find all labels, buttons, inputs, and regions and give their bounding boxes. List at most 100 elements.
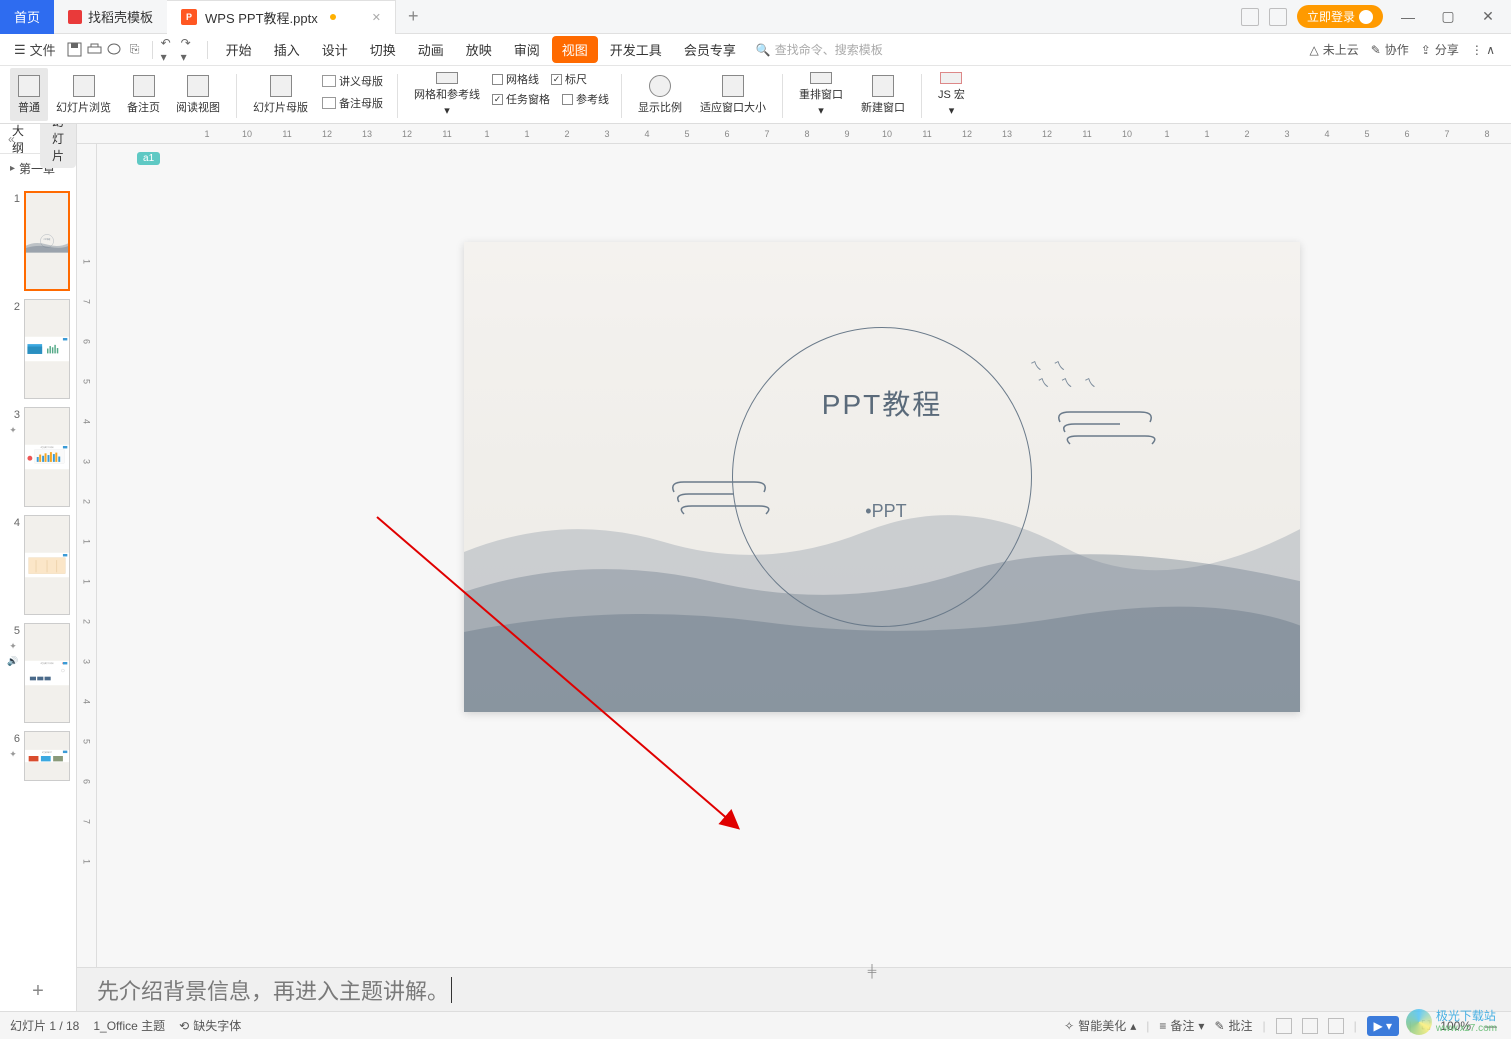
notes-text[interactable]: 先介绍背景信息，再进入主题讲解。: [97, 974, 449, 1006]
slide-canvas[interactable]: PPT教程 •PPT ㄟ ㄟ ㄟ ㄟ ㄟ: [464, 242, 1300, 712]
view-reading[interactable]: 阅读视图: [168, 68, 228, 121]
nav-insert[interactable]: 插入: [264, 36, 310, 63]
nav-view[interactable]: 视图: [552, 36, 598, 63]
new-window-label: 新建窗口: [861, 99, 905, 115]
ruler-horizontal[interactable]: 1101112131211112345678910111213121110112…: [77, 124, 1511, 144]
export-icon[interactable]: ⎘: [126, 41, 144, 59]
slide-title-text[interactable]: PPT教程: [822, 383, 942, 423]
notes-master[interactable]: 备注母版: [322, 94, 383, 112]
grid-guides-label: 网格和参考线: [414, 86, 480, 102]
nav-start[interactable]: 开始: [216, 36, 262, 63]
collab-label: 协作: [1385, 41, 1409, 58]
menu-more-icon[interactable]: ⋮ ∧: [1471, 43, 1495, 57]
resize-handle-icon[interactable]: ╪: [868, 964, 877, 978]
slide-subtitle-text[interactable]: •PPT: [865, 501, 906, 522]
view-notes[interactable]: 备注页: [119, 68, 168, 121]
nav-slideshow[interactable]: 放映: [456, 36, 502, 63]
view-sorter[interactable]: 幻灯片浏览: [48, 68, 119, 121]
separator: [921, 74, 922, 118]
comments-toggle[interactable]: ✎ 批注: [1214, 1017, 1252, 1034]
nav-design[interactable]: 设计: [312, 36, 358, 63]
view-sorter-icon[interactable]: [1302, 1018, 1318, 1034]
grid-guides-button[interactable]: 网格和参考线 ▾: [406, 68, 488, 121]
notes-toggle[interactable]: ≡ 备注 ▾: [1159, 1017, 1204, 1034]
slide-thumbnail[interactable]: [24, 515, 70, 615]
slide-thumb-row: 2: [4, 295, 72, 403]
slide-thumbnail[interactable]: 这里是数字文本内容: [24, 623, 70, 723]
chk-gridlines[interactable]: 网格线: [492, 70, 539, 88]
window-close[interactable]: ✕: [1473, 5, 1503, 29]
comments-label: 批注: [1229, 1017, 1253, 1034]
layout-icon[interactable]: [1241, 8, 1259, 26]
tab-slides[interactable]: 幻灯片: [40, 124, 76, 168]
undo-icon[interactable]: ↶ ▾: [161, 41, 179, 59]
nav-transition[interactable]: 切换: [360, 36, 406, 63]
handout-icon: [322, 75, 336, 87]
status-bar: 幻灯片 1 / 18 1_Office 主题 ⟲ 缺失字体 ✧ 智能美化 ▴ |…: [0, 1011, 1511, 1039]
slide-thumbnail[interactable]: 这里是样板PPT: [24, 731, 70, 781]
share-label: 分享: [1435, 41, 1459, 58]
file-menu[interactable]: ☰ 文件: [6, 40, 64, 59]
arrange-icon: [810, 72, 832, 84]
transition-icon: ✦: [9, 641, 17, 652]
slide-number: 6: [6, 731, 20, 745]
zoom-label: 显示比例: [638, 99, 682, 115]
js-macro[interactable]: JS 宏 ▾: [930, 68, 973, 121]
cloud-status[interactable]: △ 未上云: [1309, 41, 1358, 58]
zoom-button[interactable]: 显示比例: [630, 68, 690, 121]
ruler-vertical[interactable]: 1765432112345671: [77, 144, 97, 967]
preview-icon[interactable]: [106, 41, 124, 59]
collapse-icon[interactable]: «: [8, 132, 15, 146]
new-tab-button[interactable]: +: [396, 6, 431, 27]
save-icon[interactable]: [66, 41, 84, 59]
nav-animation[interactable]: 动画: [408, 36, 454, 63]
theme-name[interactable]: 1_Office 主题: [93, 1017, 165, 1034]
handout-label: 讲义母版: [339, 73, 383, 89]
new-window[interactable]: 新建窗口: [853, 68, 913, 121]
nav-review[interactable]: 审阅: [504, 36, 550, 63]
window-minimize[interactable]: —: [1393, 5, 1423, 29]
login-button[interactable]: 立即登录: [1297, 5, 1383, 28]
canvas-area[interactable]: a1 PPT教程 •PPT ㄟ ㄟ ㄟ ㄟ ㄟ: [97, 144, 1511, 967]
arrange-windows[interactable]: 重排窗口 ▾: [791, 68, 851, 121]
notes-pane[interactable]: ╪ 先介绍背景信息，再进入主题讲解。: [77, 967, 1511, 1011]
tab-home[interactable]: 首页: [0, 0, 54, 34]
share-button[interactable]: ⇪ 分享: [1421, 41, 1459, 58]
handout-master[interactable]: 讲义母版: [322, 72, 383, 90]
slide-number: 5: [6, 623, 20, 637]
collab-button[interactable]: ✎ 协作: [1371, 41, 1409, 58]
chk-ruler[interactable]: 标尺: [551, 70, 587, 88]
window-maximize[interactable]: ▢: [1433, 5, 1463, 29]
slide-thumb-row: 5 ✦ 🔊 这里是数字文本内容: [4, 619, 72, 727]
slide-thumbnail[interactable]: 这里是数字文本内容: [24, 407, 70, 507]
fit-button[interactable]: 适应窗口大小: [692, 68, 774, 121]
view-normal[interactable]: 普通: [10, 68, 48, 121]
slide-thumbnail[interactable]: PPT教程: [24, 191, 70, 291]
redo-icon[interactable]: ↷ ▾: [181, 41, 199, 59]
search-input[interactable]: 🔍 查找命令、搜索模板: [748, 41, 883, 58]
nav-devtools[interactable]: 开发工具: [600, 36, 672, 63]
apps-icon[interactable]: [1269, 8, 1287, 26]
beautify-button[interactable]: ✧ 智能美化 ▴: [1064, 1017, 1136, 1034]
tab-outline[interactable]: 大纲: [0, 124, 36, 160]
chk-guides[interactable]: 参考线: [562, 90, 609, 108]
tab-close-icon[interactable]: ✕: [372, 11, 381, 24]
titlebar-right: 立即登录 — ▢ ✕: [1241, 5, 1511, 29]
chk-task-pane[interactable]: 任务窗格: [492, 90, 550, 108]
tab-document[interactable]: P WPS PPT教程.pptx ✕: [167, 0, 396, 34]
missing-font[interactable]: ⟲ 缺失字体: [179, 1017, 241, 1034]
modified-dot-icon: [330, 14, 336, 20]
arrange-label: 重排窗口: [799, 86, 843, 102]
view-normal-icon[interactable]: [1276, 1018, 1292, 1034]
tab-templates-label: 找稻壳模板: [88, 7, 153, 26]
print-icon[interactable]: [86, 41, 104, 59]
slide-counter[interactable]: 幻灯片 1 / 18: [10, 1017, 79, 1034]
nav-member[interactable]: 会员专享: [674, 36, 746, 63]
slides-panel: « 大纲 幻灯片 第一章 1 PPT教程 2 3: [0, 124, 77, 1011]
slide-thumbnail[interactable]: [24, 299, 70, 399]
add-slide-button[interactable]: +: [0, 972, 76, 1011]
tab-templates[interactable]: 找稻壳模板: [54, 0, 167, 34]
slide-master[interactable]: 幻灯片母版: [245, 68, 316, 121]
slideshow-button[interactable]: ▶ ▾: [1367, 1016, 1399, 1036]
view-reading-icon[interactable]: [1328, 1018, 1344, 1034]
